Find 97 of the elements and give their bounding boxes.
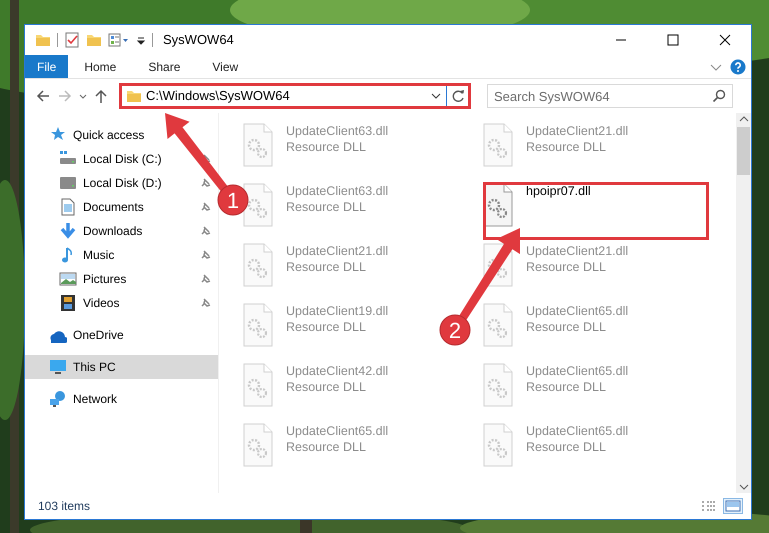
nav-label: Music bbox=[83, 247, 114, 264]
file-name: UpdateClient65.dll bbox=[526, 363, 628, 379]
properties-icon[interactable] bbox=[108, 32, 130, 48]
file-name: UpdateClient21.dll bbox=[526, 123, 628, 139]
nav-item[interactable]: Local Disk (C:) bbox=[25, 147, 218, 171]
address-path: C:\Windows\SysWOW64 bbox=[146, 87, 291, 106]
picture-icon bbox=[59, 270, 77, 288]
callout-circle bbox=[218, 184, 248, 216]
callout-circle bbox=[440, 314, 470, 346]
file-type: Resource DLL bbox=[526, 379, 607, 395]
close-icon bbox=[719, 34, 731, 46]
file-name: UpdateClient65.dll bbox=[286, 423, 388, 439]
ribbon-tab[interactable]: Share bbox=[132, 55, 196, 78]
nav-item[interactable]: Documents bbox=[25, 195, 218, 219]
film-icon bbox=[59, 294, 77, 312]
scrollbar[interactable] bbox=[736, 113, 751, 493]
checklist-icon[interactable] bbox=[64, 32, 80, 48]
drive-icon bbox=[59, 174, 77, 192]
up-arrow-icon bbox=[93, 88, 109, 104]
scrollbar-thumb[interactable] bbox=[737, 127, 750, 175]
network-icon bbox=[49, 390, 67, 408]
gear-file-icon bbox=[242, 243, 274, 287]
callout-number: 2 bbox=[448, 318, 462, 343]
refresh-icon bbox=[450, 89, 464, 103]
file-name: UpdateClient65.dll bbox=[526, 303, 628, 319]
file-type: Resource DLL bbox=[286, 259, 367, 275]
folder-icon bbox=[35, 32, 51, 48]
nav-label: Quick access bbox=[73, 127, 144, 144]
nav-item[interactable]: Quick access bbox=[25, 123, 218, 147]
file-type: Resource DLL bbox=[286, 319, 367, 335]
nav-item[interactable]: Network bbox=[25, 387, 218, 411]
nav-label: Local Disk (C:) bbox=[83, 151, 162, 168]
window-title: SysWOW64 bbox=[163, 31, 234, 50]
ribbon-tab[interactable]: View bbox=[196, 55, 254, 78]
file-type: Resource DLL bbox=[286, 199, 367, 215]
search-field[interactable]: Search SysWOW64 bbox=[487, 84, 733, 108]
nav-label: Local Disk (D:) bbox=[83, 175, 162, 192]
gear-file-icon bbox=[482, 363, 514, 407]
file-name: UpdateClient21.dll bbox=[286, 243, 388, 259]
recent-locations-button[interactable] bbox=[79, 94, 87, 98]
gear-file-icon bbox=[242, 183, 274, 227]
address-bar[interactable]: C:\Windows\SysWOW64 bbox=[119, 83, 471, 109]
folder-icon bbox=[126, 88, 142, 104]
search-icon[interactable] bbox=[712, 89, 726, 103]
nav-item[interactable]: OneDrive bbox=[25, 323, 218, 347]
chevron-down-icon bbox=[79, 94, 87, 98]
item-count: 103 items bbox=[38, 498, 90, 515]
file-type: Resource DLL bbox=[526, 439, 607, 455]
gear-file-icon bbox=[242, 423, 274, 467]
file-name: hpoipr07.dll bbox=[526, 183, 591, 199]
back-arrow-icon bbox=[35, 88, 51, 104]
download-arrow-icon bbox=[59, 222, 77, 240]
callout-number: 1 bbox=[226, 188, 240, 213]
back-button[interactable] bbox=[35, 88, 51, 104]
file-name: UpdateClient19.dll bbox=[286, 303, 388, 319]
file-name: UpdateClient63.dll bbox=[286, 183, 388, 199]
file-type: Resource DLL bbox=[526, 259, 607, 275]
file-type: Resource DLL bbox=[286, 379, 367, 395]
nav-item[interactable]: This PC bbox=[25, 355, 218, 379]
nav-item[interactable]: Local Disk (D:) bbox=[25, 171, 218, 195]
nav-label: OneDrive bbox=[73, 327, 124, 344]
view-button[interactable] bbox=[723, 498, 743, 514]
file-menu-button[interactable]: File bbox=[25, 55, 68, 78]
help-icon[interactable] bbox=[730, 58, 746, 74]
nav-label: This PC bbox=[73, 359, 116, 376]
document-icon bbox=[59, 198, 77, 216]
nav-label: Downloads bbox=[83, 223, 142, 240]
nav-item[interactable]: Music bbox=[25, 243, 218, 267]
gear-file-icon bbox=[482, 423, 514, 467]
up-button[interactable] bbox=[93, 88, 109, 104]
file-type: Resource DLL bbox=[286, 439, 367, 455]
details-view-icon bbox=[701, 500, 717, 512]
nav-label: Videos bbox=[83, 295, 120, 312]
nav-item[interactable]: Downloads bbox=[25, 219, 218, 243]
forward-arrow-icon bbox=[57, 88, 73, 104]
gear-file-icon bbox=[242, 363, 274, 407]
monitor-icon bbox=[49, 358, 67, 376]
gear-file-icon bbox=[242, 123, 274, 167]
nav-label: Network bbox=[73, 391, 118, 408]
file-type: Resource DLL bbox=[286, 139, 367, 155]
nav-label: Documents bbox=[83, 199, 144, 216]
file-type: Resource DLL bbox=[526, 319, 607, 335]
ribbon-tab[interactable]: Home bbox=[68, 55, 132, 78]
nav-item[interactable]: Videos bbox=[25, 291, 218, 315]
maximize-icon bbox=[667, 34, 679, 46]
gear-file-icon bbox=[242, 303, 274, 347]
file-name: UpdateClient42.dll bbox=[286, 363, 388, 379]
large-icons-view-icon bbox=[725, 500, 741, 512]
gear-file-icon bbox=[482, 123, 514, 167]
file-name: UpdateClient63.dll bbox=[286, 123, 388, 139]
file-name: UpdateClient65.dll bbox=[526, 423, 628, 439]
file-type: Resource DLL bbox=[526, 139, 607, 155]
file-item[interactable]: hpoipr07.dll bbox=[480, 181, 593, 241]
nav-label: Pictures bbox=[83, 271, 126, 288]
nav-item[interactable]: Pictures bbox=[25, 267, 218, 291]
gear-file-icon bbox=[482, 303, 514, 347]
file-name: UpdateClient21.dll bbox=[526, 243, 628, 259]
